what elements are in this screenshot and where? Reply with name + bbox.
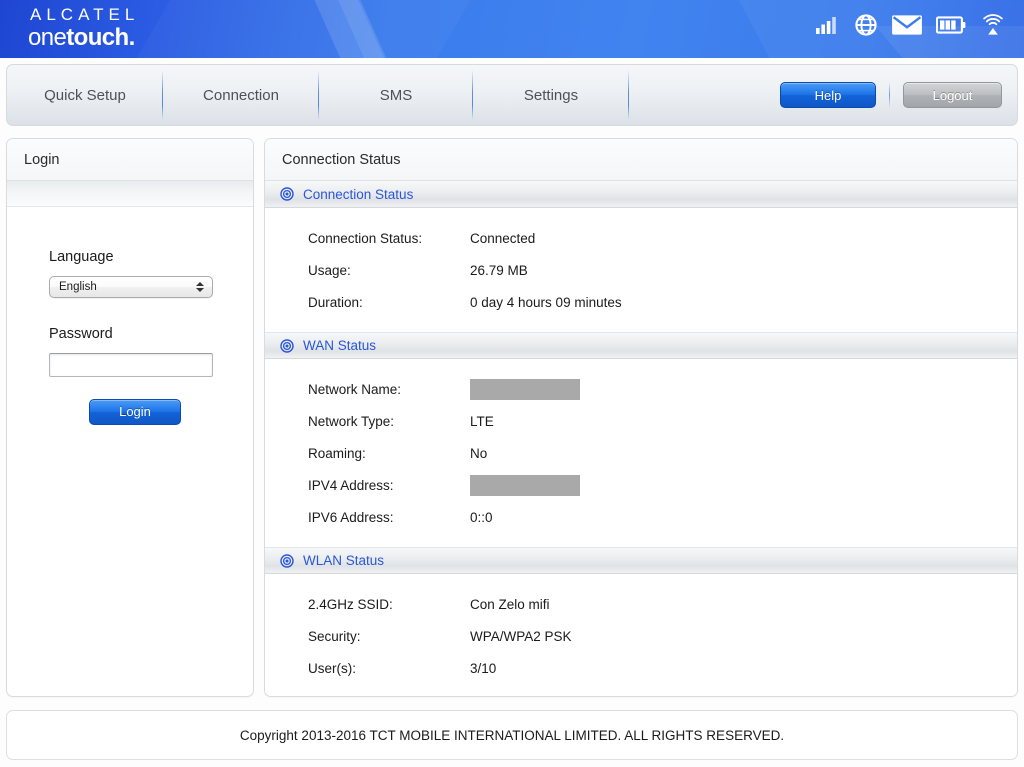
section-body-wan-status: Network Name: Network Type: LTE Roaming: No I… [265,359,1017,547]
tab-label: SMS [379,86,413,104]
nav-action-divider [889,82,890,108]
data-row-value: 26.79 MB [470,262,528,278]
data-row-label: User(s): [308,660,356,676]
header-streak-decoration [329,0,403,58]
footer-copyright-bar: Copyright 2013-2016 TCT MOBILE INTERNATI… [6,710,1018,760]
password-field[interactable] [49,353,213,377]
status-icon-tray [816,13,1006,37]
data-row-label: Security: [308,628,361,644]
sidebar-item-quick-setup[interactable]: Quick Setup [7,64,163,126]
login-panel: Login Language English Password Login [6,138,254,697]
data-row: Connection Status: Connected [265,222,1017,254]
language-label: Language [49,249,114,265]
section-body-connection-status: Connection Status: Connected Usage: 26.79 M… [265,208,1017,332]
nav-action-group: Help Logout [780,82,1017,108]
data-row-value: No [470,445,488,461]
section-heading-label: WAN Status [303,338,377,353]
section-header-wan-status: WAN Status [265,332,1017,359]
copyright-text: Copyright 2013-2016 TCT MOBILE INTERNATI… [239,727,785,743]
section-heading-label: WLAN Status [303,553,385,568]
login-panel-title: Login [7,139,253,181]
data-row-value: LTE [470,413,494,429]
header-streak-decoration [107,0,494,58]
tab-label: Settings [523,86,579,104]
login-panel-subbar [7,181,253,207]
help-button[interactable]: Help [780,82,876,108]
data-row-label: 2.4GHz SSID: [308,596,393,612]
section-heading-label: Connection Status [303,186,414,202]
data-row-value: WPA/WPA2 PSK [470,628,572,644]
connection-status-panel: Connection Status Connection Status Conne… [264,138,1018,697]
data-row: 2.4GHz SSID: Con Zelo mifi [265,588,1017,620]
logo-one-text: one [28,24,67,51]
logo-touch-text: touch. [66,24,135,51]
login-button[interactable]: Login [89,399,181,425]
battery-icon [936,15,966,35]
data-row-value: Con Zelo mifi [470,596,550,612]
login-form: Language English Password Login [7,207,253,425]
target-circle-icon [280,187,294,201]
data-row-label: Roaming: [308,445,366,461]
main-navigation-bar: Quick Setup Connection SMS Settings Help… [6,64,1018,126]
sidebar-item-settings[interactable]: Settings [473,64,629,126]
envelope-icon [892,14,922,36]
signal-bars-icon [816,15,840,35]
data-row-label: Usage: [308,262,351,278]
section-header-connection-status: Connection Status [265,181,1017,208]
globe-icon [854,13,878,37]
target-circle-icon [280,553,294,568]
data-row-label: Network Name: [308,381,402,397]
data-row: Security: WPA/WPA2 PSK [265,620,1017,652]
data-row: Duration: 0 day 4 hours 09 minutes [265,286,1017,318]
status-sections-container: Connection Status Connection Status: Conne… [265,181,1017,696]
redacted-value-block [470,378,580,400]
data-row-value: Connected [470,230,536,246]
data-row-label: Connection Status: [308,230,423,246]
data-row-label: Network Type: [308,413,395,429]
data-row: IPV4 Address: [265,469,1017,501]
section-body-wlan-status: 2.4GHz SSID: Con Zelo mifi Security: WPA/WP… [265,574,1017,696]
target-circle-icon [280,338,294,353]
data-row: Usage: 26.79 MB [265,254,1017,286]
tab-label: Connection [203,86,279,104]
data-row-value: 3/10 [470,660,497,676]
data-row: Network Type: LTE [265,405,1017,437]
alcatel-onetouch-logo: ALCATEL onetouch. [28,6,139,50]
redacted-value-block [470,474,580,496]
logo-alcatel-text: ALCATEL [30,5,140,24]
chevron-updown-icon [196,282,204,292]
data-row: Network Name: [265,373,1017,405]
page-root: ALCATEL onetouch. Quick Setup Connection… [0,0,1024,767]
tab-label: Quick Setup [44,86,126,104]
data-row: IPV6 Address: 0::0 [265,501,1017,533]
language-select[interactable]: English [49,276,213,298]
data-row: User(s): 3/10 [265,652,1017,684]
data-row-label: Duration: [308,294,363,310]
data-row-value: 0 day 4 hours 09 minutes [470,294,622,310]
password-label: Password [49,326,113,342]
wifi-broadcast-icon [980,14,1006,36]
header-streak-decoration [301,0,405,58]
section-header-wlan-status: WLAN Status [265,547,1017,574]
language-selected-value: English [59,281,97,293]
data-row-value: 0::0 [470,509,493,525]
sidebar-item-connection[interactable]: Connection [163,64,319,126]
data-row-label: IPV4 Address: [308,477,394,493]
sidebar-item-sms[interactable]: SMS [319,64,473,126]
brand-header: ALCATEL onetouch. [0,0,1024,58]
page-title: Connection Status [265,139,1017,181]
logo-onetouch-text: onetouch. [28,26,139,50]
data-row: Roaming: No [265,437,1017,469]
logout-button[interactable]: Logout [903,82,1002,108]
data-row-label: IPV6 Address: [308,509,394,525]
